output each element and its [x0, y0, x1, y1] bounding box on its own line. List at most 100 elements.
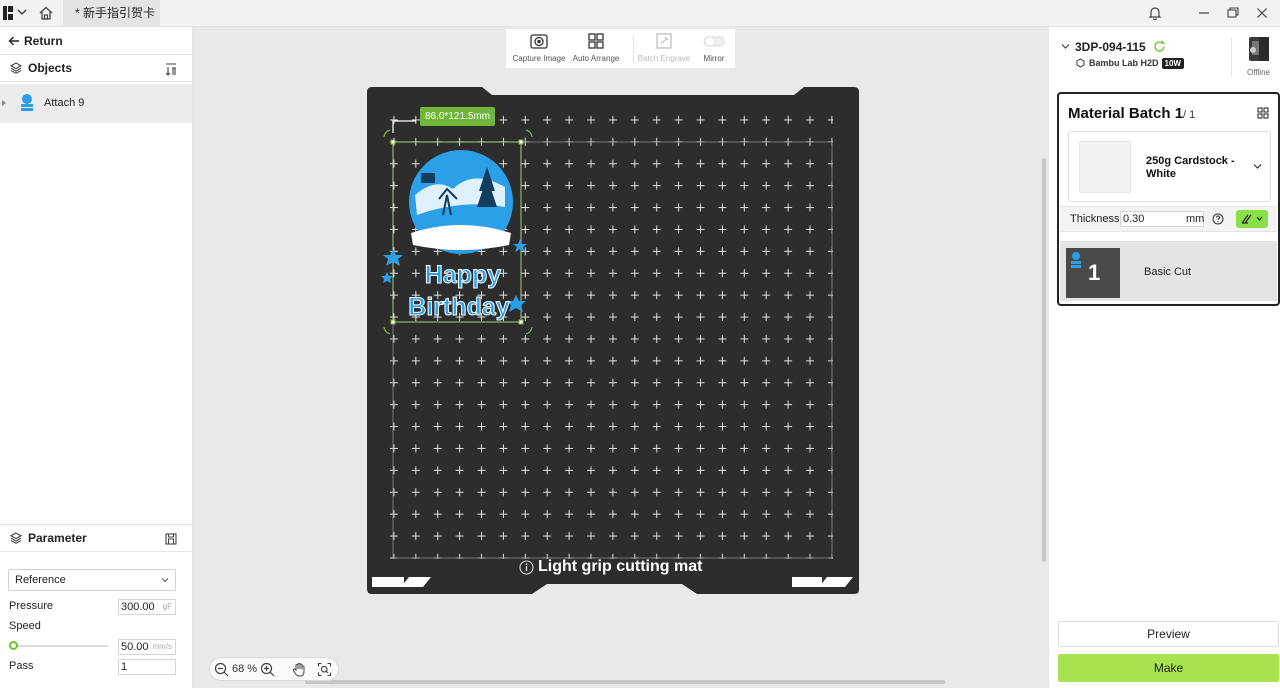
toggle-icon: [703, 36, 725, 47]
layers-icon: [10, 532, 22, 544]
power-badge: 10W: [1161, 58, 1184, 69]
expand-arrow-icon[interactable]: [2, 100, 6, 106]
speed-slider[interactable]: [9, 641, 108, 650]
refresh-icon[interactable]: [1153, 40, 1166, 53]
cut-name: Basic Cut: [1144, 266, 1192, 278]
object-thumbnail: [21, 94, 33, 111]
restore-icon[interactable]: [1224, 4, 1242, 22]
camera-icon: [530, 34, 548, 49]
thickness-unit: mm: [1186, 213, 1205, 225]
material-swatch: [1079, 141, 1131, 193]
make-button[interactable]: Make: [1058, 654, 1279, 682]
material-batch-card: Material Batch 1/ 1 250g Cardstock - Whi…: [1057, 92, 1280, 306]
mirror-label: Mirror: [703, 54, 725, 63]
object-name: Attach 9: [44, 97, 85, 109]
chevron-down-icon: [161, 578, 169, 583]
objects-header: Objects: [0, 54, 192, 82]
pass-value: 1: [121, 661, 128, 673]
cut-number: 1: [1088, 260, 1101, 285]
pressure-input[interactable]: 300.00 gF: [118, 599, 176, 615]
device-name[interactable]: 3DP-094-115: [1075, 40, 1146, 54]
pass-input[interactable]: 1: [118, 659, 176, 675]
printer-image: [1249, 37, 1269, 61]
material-select[interactable]: 250g Cardstock - White: [1068, 131, 1271, 202]
thickness-row: Thickness: 0.30 mm: [1060, 206, 1277, 232]
right-panel: 3DP-094-115 Bambu Lab H2D 10W Offline Mat…: [1048, 27, 1280, 688]
pressure-label: Pressure: [9, 600, 54, 612]
arrange-label: Auto Arrange: [572, 54, 620, 63]
sort-filter-icon[interactable]: [164, 62, 178, 76]
parameter-header: Parameter: [0, 524, 192, 552]
bell-icon[interactable]: [1146, 4, 1164, 22]
hand-pan-icon[interactable]: [292, 662, 307, 677]
batch-title: Material Batch 1/ 1: [1068, 105, 1196, 122]
save-preset-icon[interactable]: [164, 532, 178, 546]
design-text-birthday: Birthday: [408, 293, 510, 321]
preview-button[interactable]: Preview: [1058, 621, 1279, 647]
mirror-toggle[interactable]: Mirror: [696, 31, 732, 63]
mat-label-text: Light grip cutting mat: [538, 558, 703, 575]
app-logo-icon[interactable]: [3, 6, 14, 20]
chevron-down-icon[interactable]: [17, 7, 27, 17]
design-thumbnail-icon: [1071, 252, 1081, 268]
speed-unit: mm/s: [152, 642, 172, 651]
printer-small-icon: [1076, 58, 1085, 68]
fit-view-icon[interactable]: [317, 662, 332, 677]
zoom-in-icon[interactable]: [260, 662, 275, 677]
device-model: Bambu Lab H2D 10W: [1089, 58, 1184, 69]
speed-value: 50.00: [121, 641, 149, 653]
chevron-down-icon: [1253, 164, 1262, 169]
zoom-controls: 68 %: [209, 657, 339, 681]
grid-icon: [588, 33, 604, 49]
batch-engrave-label: Batch Engrave: [637, 54, 691, 63]
laser-mode-icon: [1241, 214, 1263, 224]
list-item[interactable]: Attach 9: [0, 84, 192, 123]
layers-icon: [10, 62, 22, 74]
laser-mode-button[interactable]: [1236, 210, 1268, 228]
left-panel: Return Objects Attach 9 Parameter Refere…: [0, 27, 193, 688]
mat-label: Light grip cutting mat: [519, 558, 702, 576]
minimize-icon[interactable]: [1195, 4, 1213, 22]
design-object[interactable]: Happy Birthday: [381, 107, 541, 342]
engrave-icon: [656, 33, 672, 49]
horizontal-scrollbar[interactable]: [305, 680, 945, 684]
arrow-left-icon: [8, 36, 19, 46]
zoom-out-icon[interactable]: [214, 662, 229, 677]
title-bar: * 新手指引贺卡: [0, 0, 1280, 27]
parameter-title: Parameter: [28, 531, 87, 545]
return-label: Return: [24, 34, 63, 48]
pressure-unit: gF: [162, 602, 172, 611]
cut-thumbnail: 1: [1066, 248, 1120, 298]
material-name: 250g Cardstock - White: [1146, 155, 1235, 180]
pressure-value: 300.00: [121, 601, 155, 613]
slider-handle[interactable]: [9, 641, 18, 650]
chevron-down-icon[interactable]: [1061, 42, 1070, 51]
speed-label: Speed: [9, 620, 41, 632]
objects-title: Objects: [28, 61, 73, 75]
capture-image-button[interactable]: Capture Image: [511, 31, 567, 63]
return-button[interactable]: Return: [8, 33, 63, 49]
canvas-area[interactable]: Capture Image Auto Arrange Batch Engrave…: [193, 27, 1048, 688]
dimension-badge: 86.0*121.5mm: [420, 107, 496, 126]
close-icon[interactable]: [1253, 4, 1271, 22]
speed-input[interactable]: 50.00 mm/s: [118, 639, 176, 655]
batch-total: / 1: [1183, 109, 1196, 121]
capture-label: Capture Image: [512, 54, 566, 63]
canvas-toolbar: Capture Image Auto Arrange Batch Engrave…: [505, 28, 736, 69]
preset-value: Reference: [15, 574, 66, 586]
zoom-level: 68 %: [232, 663, 258, 675]
list-item[interactable]: 1 Basic Cut: [1060, 241, 1277, 301]
auto-arrange-button[interactable]: Auto Arrange: [569, 31, 623, 63]
preset-select[interactable]: Reference: [8, 569, 176, 591]
design-text-happy: Happy: [425, 261, 502, 289]
help-icon[interactable]: [1212, 213, 1224, 225]
thickness-label: Thickness:: [1070, 213, 1123, 225]
batch-engrave-button[interactable]: Batch Engrave: [636, 31, 692, 63]
home-icon[interactable]: [38, 5, 54, 21]
device-status: Offline: [1247, 68, 1270, 77]
project-tab[interactable]: * 新手指引贺卡: [63, 0, 160, 27]
grid-view-icon[interactable]: [1257, 107, 1269, 119]
vertical-scrollbar[interactable]: [1042, 158, 1046, 562]
pass-label: Pass: [9, 660, 34, 672]
info-icon: [519, 559, 534, 575]
